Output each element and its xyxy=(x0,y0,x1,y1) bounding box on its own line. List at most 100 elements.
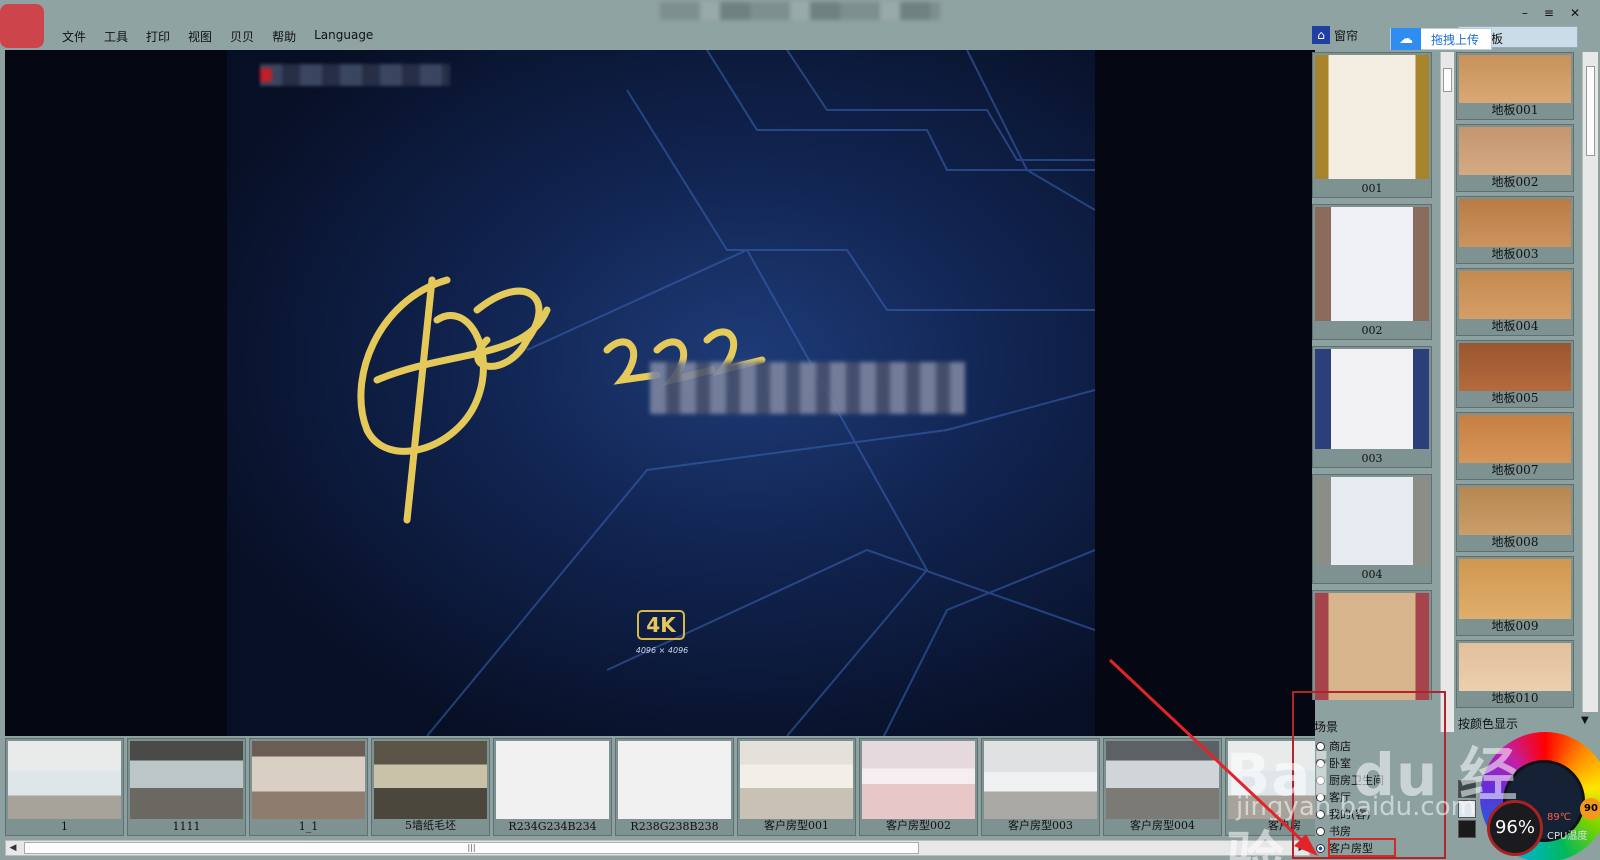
floor-item[interactable]: 地板009 xyxy=(1456,556,1574,636)
floor-image xyxy=(1459,643,1571,691)
room-thumbnail-strip: 1 1111 1_1 5墙纸毛坯 R234G234B234 R238G238B2… xyxy=(5,738,1315,838)
floor-item[interactable]: 地板007 xyxy=(1456,412,1574,480)
thumbnail-caption: R234G234B234 xyxy=(508,820,597,833)
thumbnail-item[interactable]: 1_1 xyxy=(249,738,368,836)
color-swatch[interactable] xyxy=(1458,820,1476,838)
menu-tools[interactable]: 工具 xyxy=(104,26,138,47)
menu-beibei[interactable]: 贝贝 xyxy=(230,26,264,47)
thumbnail-caption: 1_1 xyxy=(298,820,319,833)
thumbnail-caption: 客户房型004 xyxy=(1130,819,1195,832)
room-image xyxy=(1106,741,1219,819)
floor-scrollbar[interactable] xyxy=(1582,52,1598,712)
thumbnail-item[interactable]: 客户房型003 xyxy=(981,738,1100,836)
floor-item[interactable]: 地板005 xyxy=(1456,340,1574,408)
curtain-caption: 004 xyxy=(1361,568,1383,581)
floor-caption: 地板005 xyxy=(1491,391,1539,405)
curtain-item[interactable]: 004 xyxy=(1312,474,1432,584)
floor-image xyxy=(1459,271,1571,319)
floor-caption: 地板007 xyxy=(1491,463,1539,477)
annotation-highlight-box xyxy=(1292,691,1446,859)
blurred-text xyxy=(650,362,965,414)
curtain-caption: 003 xyxy=(1361,452,1383,465)
floor-item[interactable]: 地板002 xyxy=(1456,124,1574,192)
color-swatch[interactable] xyxy=(1458,800,1476,818)
curtain-item[interactable] xyxy=(1312,590,1432,700)
home-icon: ⌂ xyxy=(1312,26,1330,44)
drag-upload-button[interactable]: ☁ 拖拽上传 xyxy=(1390,28,1492,50)
room-image xyxy=(252,741,365,819)
cpu-temperature-label: CPU温度 xyxy=(1547,831,1588,842)
cloud-icon: ☁ xyxy=(1391,28,1421,50)
curtain-item[interactable]: 002 xyxy=(1312,204,1432,340)
curtain-image xyxy=(1315,207,1429,321)
floor-caption: 地板002 xyxy=(1491,175,1539,189)
thumbnail-item[interactable]: 客户房型002 xyxy=(859,738,978,836)
room-image xyxy=(740,741,853,819)
thumbnail-caption: R238G238B238 xyxy=(630,820,719,833)
floor-caption: 地板001 xyxy=(1491,103,1539,117)
floor-tab-label: 板 xyxy=(1491,32,1504,46)
thumbnail-item[interactable]: R234G234B234 xyxy=(493,738,612,836)
thumbnail-item[interactable]: 客户房型001 xyxy=(737,738,856,836)
thumbnail-item[interactable]: R238G238B238 xyxy=(615,738,734,836)
curtain-image xyxy=(1315,477,1429,565)
scrollbar-thumb[interactable]: ||| xyxy=(24,842,919,854)
floor-caption: 地板010 xyxy=(1491,691,1539,705)
blurred-logo xyxy=(260,64,450,86)
menu-file[interactable]: 文件 xyxy=(62,26,96,47)
curtain-caption: 001 xyxy=(1361,182,1383,195)
room-image xyxy=(8,741,121,819)
cpu-side-badge: 90 xyxy=(1580,798,1600,820)
window-controls: – ≡ ✕ xyxy=(1522,6,1580,20)
thumbnail-caption: 1 xyxy=(61,820,68,833)
floor-image xyxy=(1459,127,1571,175)
curtain-image xyxy=(1315,593,1429,700)
curtain-item[interactable]: 003 xyxy=(1312,346,1432,468)
horizontal-scrollbar[interactable]: ◀ ||| ▶ xyxy=(5,840,1310,856)
curtain-gallery: 001 002 003 004 xyxy=(1312,52,1438,700)
floor-item[interactable]: 地板001 xyxy=(1456,52,1574,120)
cpu-temperature: 89℃ xyxy=(1547,812,1571,823)
thumbnail-item[interactable]: 1 xyxy=(5,738,124,836)
room-image xyxy=(618,741,731,819)
close-button[interactable]: ✕ xyxy=(1570,6,1580,20)
floor-item[interactable]: 地板010 xyxy=(1456,640,1574,708)
main-viewport[interactable]: 4K 4096 × 4096 xyxy=(5,50,1315,736)
room-image xyxy=(374,741,487,819)
minimize-button[interactable]: – xyxy=(1522,6,1528,20)
app-window: 文件 工具 打印 视图 贝贝 帮助 Language – ≡ ✕ ⌂ 窗帘 板 … xyxy=(0,0,1600,860)
floor-caption: 地板008 xyxy=(1491,535,1539,549)
menu-print[interactable]: 打印 xyxy=(146,26,180,47)
thumbnail-item[interactable]: 客户房型004 xyxy=(1103,738,1222,836)
floor-item[interactable]: 地板008 xyxy=(1456,484,1574,552)
color-swatch[interactable] xyxy=(1458,780,1476,798)
options-menu-button[interactable]: ≡ xyxy=(1544,6,1554,20)
thumbnail-item[interactable]: 1111 xyxy=(127,738,246,836)
curtain-scrollbar[interactable] xyxy=(1440,52,1454,732)
scroll-left-icon[interactable]: ◀ xyxy=(6,841,20,855)
floor-image xyxy=(1459,199,1571,247)
scrollbar-thumb[interactable] xyxy=(1443,68,1452,92)
floor-item[interactable]: 地板003 xyxy=(1456,196,1574,264)
thumbnail-caption: 1111 xyxy=(172,820,201,833)
floor-image xyxy=(1459,487,1571,535)
floor-image xyxy=(1459,55,1571,103)
curtain-tab[interactable]: ⌂ 窗帘 xyxy=(1312,26,1358,44)
menu-help[interactable]: 帮助 xyxy=(272,26,306,47)
floor-item[interactable]: 地板004 xyxy=(1456,268,1574,336)
room-image xyxy=(984,741,1097,819)
thumbnail-caption: 客户房型003 xyxy=(1008,819,1073,832)
floor-caption: 地板009 xyxy=(1491,619,1539,633)
floor-caption: 地板003 xyxy=(1491,247,1539,261)
thumbnail-item[interactable]: 5墙纸毛坯 xyxy=(371,738,490,836)
color-filter-label: 按颜色显示 xyxy=(1458,717,1519,731)
scrollbar-thumb[interactable] xyxy=(1586,66,1595,156)
curtain-tab-label: 窗帘 xyxy=(1334,28,1359,43)
menu-view[interactable]: 视图 xyxy=(188,26,222,47)
menu-language[interactable]: Language xyxy=(314,26,383,47)
curtain-item[interactable]: 001 xyxy=(1312,52,1432,198)
thumbnail-caption: 客户房型002 xyxy=(886,819,951,832)
thumbnail-caption: 5墙纸毛坯 xyxy=(405,819,456,832)
room-image xyxy=(496,741,609,819)
dropdown-arrow-icon[interactable]: ▼ xyxy=(1581,715,1589,726)
